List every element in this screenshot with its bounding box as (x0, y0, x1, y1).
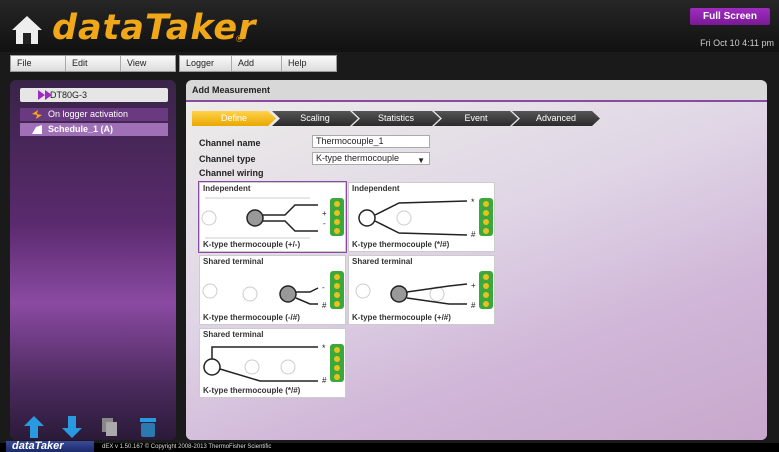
channel-name-label: Channel name (199, 138, 261, 148)
tree-toolbar (24, 416, 158, 438)
wiring-option-label: K-type thermocouple (+/#) (352, 313, 451, 322)
terminal-label: + (322, 209, 327, 218)
terminal-label: * (471, 197, 475, 207)
wiring-option-label: K-type thermocouple (*/#) (352, 240, 450, 249)
wiring-option-label: K-type thermocouple (+/-) (203, 240, 301, 249)
trigger-icon (32, 110, 42, 119)
dropdown-arrow-icon: ▼ (417, 156, 425, 165)
wiring-option-card[interactable]: Independent + - K-type thermocouple (+/-… (198, 181, 347, 253)
add-measurement-panel: Add Measurement Define Scaling Statistic… (186, 80, 767, 440)
wiring-option-title: Shared terminal (203, 257, 264, 266)
terminal-label: * (322, 343, 326, 353)
wiring-option-card[interactable]: Shared terminal * # K-type thermocouple … (199, 328, 346, 398)
panel-title: Add Measurement (192, 85, 271, 95)
terminal-label: # (471, 301, 476, 310)
program-tree-panel: DT80G-3 On logger activation Schedule_1 … (10, 80, 176, 440)
terminal-label: # (322, 301, 327, 310)
schedule-label: Schedule_1 (A) (48, 124, 114, 134)
delete-icon[interactable] (138, 416, 158, 438)
wiring-option-title: Shared terminal (352, 257, 413, 266)
wiring-option-card[interactable]: Shared terminal + # K-type thermocouple … (348, 255, 495, 325)
trigger-label: On logger activation (48, 109, 129, 119)
title-divider (186, 100, 767, 102)
wiring-option-title: Independent (352, 184, 400, 193)
channel-type-value: K-type thermocouple (316, 153, 400, 163)
arrow-up-icon[interactable] (24, 416, 44, 438)
wiring-diagram: - # (202, 271, 344, 310)
step-event[interactable]: Event (434, 111, 518, 126)
footer-copyright: dEX v 1.50.167 © Copyright 2008-2013 The… (102, 444, 272, 450)
channel-name-input[interactable]: Thermocouple_1 (312, 135, 430, 148)
wiring-diagram: + - (201, 197, 344, 239)
arrow-down-icon[interactable] (62, 416, 82, 438)
menubar-right: Logger Add Help (179, 55, 337, 72)
terminal-label: - (323, 219, 326, 228)
tree-item-trigger[interactable]: On logger activation (20, 108, 168, 121)
wiring-diagram: * # (358, 197, 493, 239)
footer-logo: dataTaker (6, 441, 94, 452)
copy-icon[interactable] (100, 416, 120, 438)
step-statistics[interactable]: Statistics (352, 111, 440, 126)
wiring-diagram: * # (203, 343, 344, 385)
terminal-label: + (471, 281, 476, 290)
device-label: DT80G-3 (50, 90, 88, 100)
logo-registered-mark: ® (236, 34, 243, 44)
step-define[interactable]: Define (192, 111, 276, 126)
menu-file[interactable]: File (11, 56, 66, 71)
wiring-option-label: K-type thermocouple (*/#) (203, 386, 301, 395)
tree-item-device[interactable]: DT80G-3 (20, 88, 168, 102)
step-advanced[interactable]: Advanced (512, 111, 600, 126)
home-icon[interactable] (10, 14, 44, 46)
menu-add[interactable]: Add (232, 56, 282, 71)
wiring-option-label: K-type thermocouple (-/#) (203, 313, 300, 322)
wiring-option-card[interactable]: Shared terminal - # K-type thermocouple … (199, 255, 346, 325)
menu-edit[interactable]: Edit (66, 56, 121, 71)
menu-logger[interactable]: Logger (180, 56, 232, 71)
menubar-left: File Edit View (10, 55, 176, 72)
menu-help[interactable]: Help (282, 56, 336, 71)
wiring-option-title: Shared terminal (203, 330, 264, 339)
channel-type-label: Channel type (199, 154, 256, 164)
tree-item-schedule[interactable]: Schedule_1 (A) (20, 123, 168, 136)
channel-type-select[interactable]: K-type thermocouple ▼ (312, 152, 430, 165)
wiring-option-title: Independent (203, 184, 251, 193)
wiring-diagram: + # (355, 271, 493, 310)
app-logo: dataTaker (52, 8, 257, 48)
menu-view[interactable]: View (121, 56, 175, 71)
step-scaling[interactable]: Scaling (272, 111, 358, 126)
device-icon (38, 90, 52, 100)
terminal-label: # (322, 376, 327, 385)
channel-wiring-label: Channel wiring (199, 168, 264, 178)
schedule-icon (32, 125, 42, 134)
terminal-label: # (471, 230, 476, 239)
fullscreen-button[interactable]: Full Screen (690, 8, 770, 25)
terminal-label: - (322, 283, 325, 292)
wiring-option-card[interactable]: Independent * # K-type thermocouple (*/#… (348, 182, 495, 252)
datetime-display: Fri Oct 10 4:11 pm (700, 38, 774, 48)
